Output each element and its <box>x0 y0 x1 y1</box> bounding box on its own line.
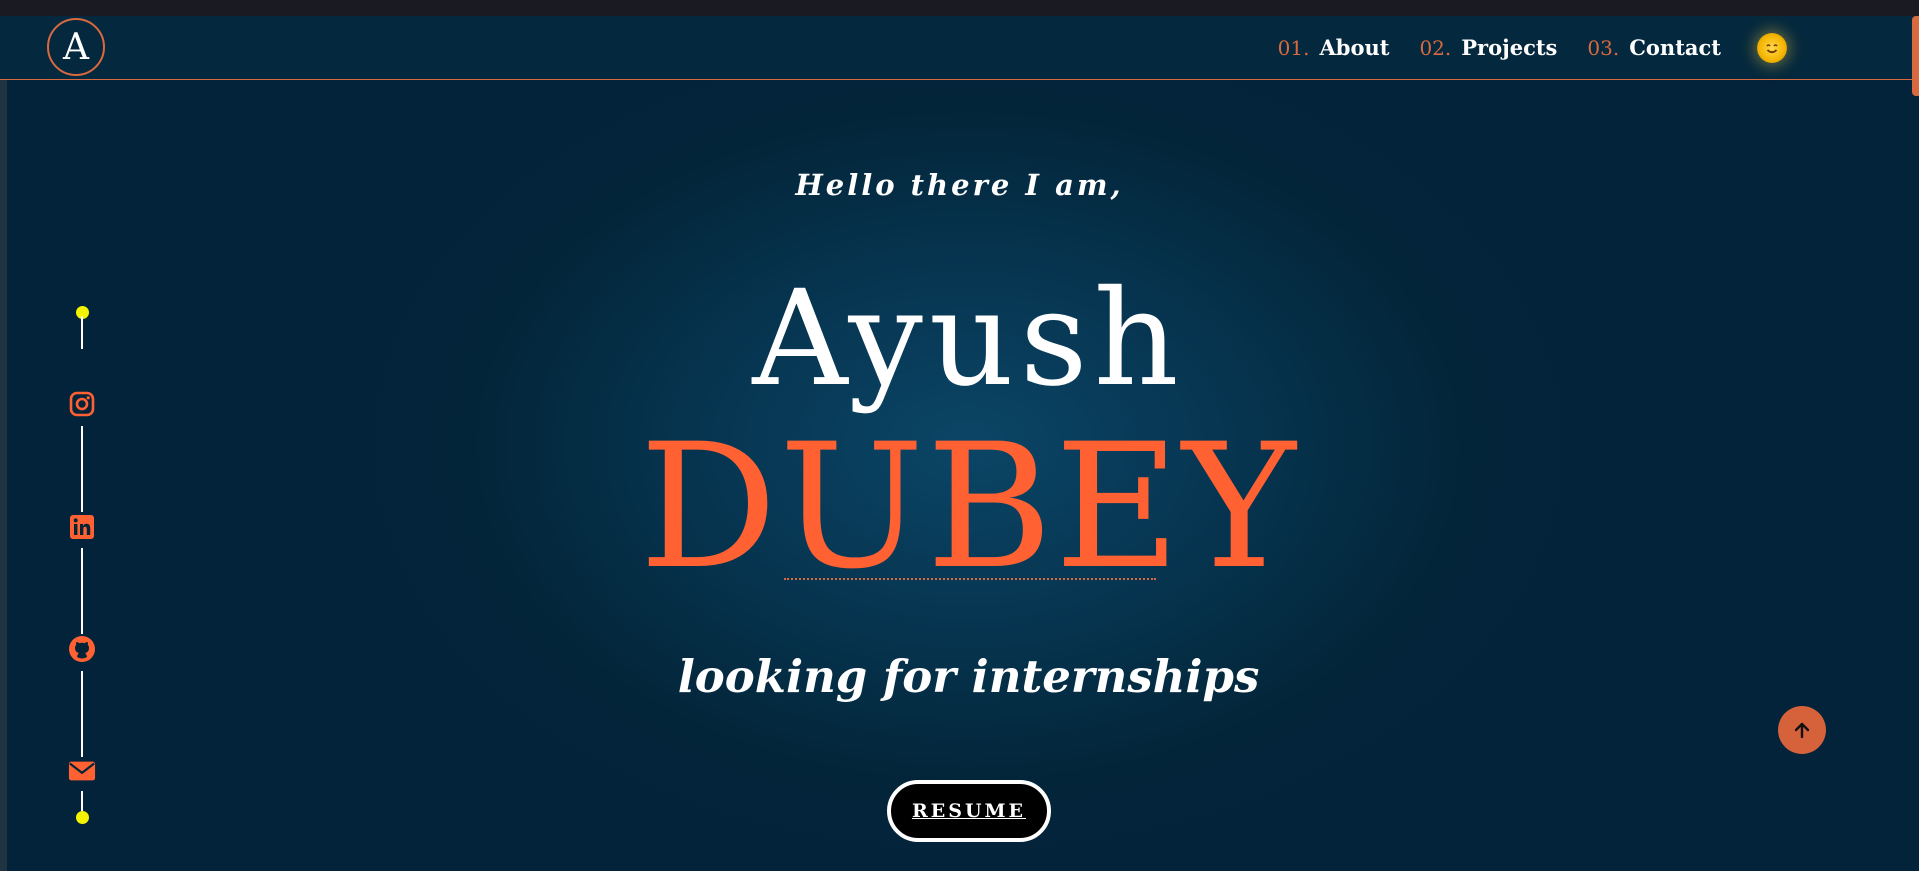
browser-top-strip <box>0 0 1919 16</box>
rail-line <box>81 426 83 512</box>
rail-bottom-dot <box>76 811 89 824</box>
arrow-up-icon <box>1794 722 1810 739</box>
name-underline <box>784 578 1156 580</box>
smiling-sun-icon[interactable] <box>1757 32 1787 63</box>
scroll-to-top-button[interactable] <box>1778 706 1826 754</box>
github-icon[interactable] <box>68 635 96 663</box>
nav-number: 02. <box>1419 36 1452 60</box>
tagline: looking for internships <box>677 650 1260 703</box>
logo[interactable]: A <box>47 18 105 76</box>
rail-line <box>81 316 83 349</box>
linkedin-glyph <box>70 515 94 539</box>
github-glyph <box>69 636 95 662</box>
greeting-text: Hello there I am, <box>795 168 1124 202</box>
nav-label: About <box>1319 35 1390 60</box>
nav-label: Projects <box>1461 35 1558 60</box>
rail-line <box>81 791 83 811</box>
mail-icon[interactable] <box>68 757 96 785</box>
last-name: DUBEY <box>639 406 1298 607</box>
scrollbar-thumb[interactable] <box>1912 16 1919 96</box>
resume-button[interactable]: RESUME <box>887 780 1051 842</box>
rail-line <box>81 671 83 757</box>
nav-item-contact[interactable]: 03. Contact <box>1587 35 1721 60</box>
nav-number: 01. <box>1277 36 1310 60</box>
instagram-glyph <box>69 391 95 417</box>
logo-letter: A <box>63 26 89 68</box>
rail-line <box>81 548 83 634</box>
nav-number: 03. <box>1587 36 1620 60</box>
nav-label: Contact <box>1629 35 1721 60</box>
linkedin-icon[interactable] <box>68 513 96 541</box>
nav-item-projects[interactable]: 02. Projects <box>1419 35 1557 60</box>
nav-menu: 01. About 02. Projects 03. Contact <box>1278 16 1919 79</box>
nav-item-about[interactable]: 01. About <box>1278 35 1390 60</box>
smiling-sun-face-icon <box>1766 43 1778 53</box>
first-name: Ayush <box>752 262 1185 416</box>
navbar: A 01. About 02. Projects 03. Contact <box>0 16 1919 96</box>
instagram-icon[interactable] <box>68 390 96 418</box>
page: A 01. About 02. Projects 03. Contact Hel… <box>0 16 1919 871</box>
mail-glyph <box>68 761 96 781</box>
